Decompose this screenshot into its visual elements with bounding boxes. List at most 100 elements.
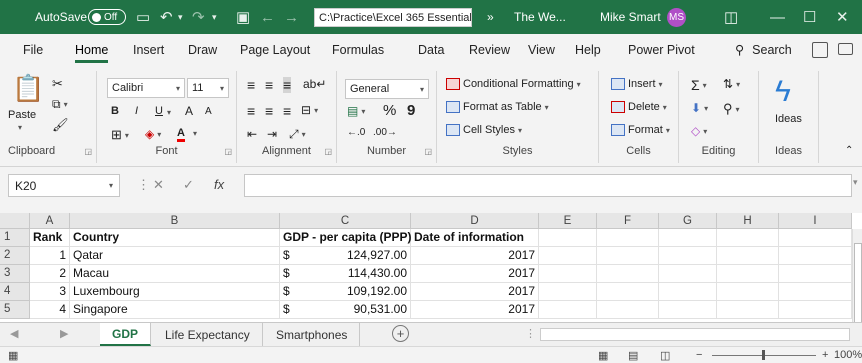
merge-center-icon[interactable]: ⊟ ▾ (301, 103, 318, 117)
comments-icon[interactable] (838, 43, 853, 55)
maximize-icon[interactable]: ☐ (803, 0, 816, 34)
undo-dropdown-icon[interactable]: ▾ (178, 0, 183, 34)
empty-cell[interactable] (717, 283, 779, 301)
column-header[interactable]: I (779, 213, 852, 229)
empty-cell[interactable] (539, 283, 597, 301)
empty-cell[interactable] (597, 247, 659, 265)
tab-data[interactable]: Data (418, 43, 444, 57)
country-cell[interactable]: Macau (70, 265, 280, 283)
tab-view[interactable]: View (528, 43, 555, 57)
empty-cell[interactable] (597, 265, 659, 283)
date-cell[interactable]: 2017 (411, 301, 539, 319)
column-header[interactable]: E (539, 213, 597, 229)
font-size-select[interactable]: 11 ▾ (187, 78, 229, 98)
number-format-select[interactable]: General ▾ (345, 79, 429, 99)
formula-bar-splitter-icon[interactable]: ⋮ (137, 177, 150, 193)
formula-input[interactable] (244, 174, 852, 197)
ribbon-display-options-icon[interactable]: ◫ (724, 0, 738, 34)
clipboard-launcher-icon[interactable]: ◲ (84, 147, 92, 156)
accounting-format-icon[interactable]: ▤ ▾ (347, 104, 365, 118)
orientation-icon[interactable]: ⤢ ▾ (289, 127, 306, 142)
gdp-cell[interactable]: $124,927.00 (280, 247, 411, 265)
ideas-icon[interactable]: ϟ (775, 77, 791, 107)
increase-decimal-icon[interactable]: ←.0 (347, 127, 365, 138)
conditional-formatting-button[interactable]: Conditional Formatting ▾ (446, 78, 581, 90)
normal-view-icon[interactable]: ▦ (598, 349, 608, 362)
empty-cell[interactable] (717, 247, 779, 265)
underline-dropdown-icon[interactable]: ▾ (167, 108, 171, 117)
cell-styles-button[interactable]: Cell Styles ▾ (446, 124, 522, 136)
search-box[interactable]: ⚲ Search (735, 42, 792, 58)
header-cell-country[interactable]: Country (70, 229, 280, 247)
font-name-select[interactable]: Calibri ▾ (107, 78, 185, 98)
bottom-align-icon[interactable]: ≡ (283, 77, 292, 93)
empty-cell[interactable] (597, 301, 659, 319)
avatar[interactable]: MS (667, 8, 686, 27)
column-header[interactable]: G (659, 213, 717, 229)
empty-cell[interactable] (779, 265, 852, 283)
tab-splitter-icon[interactable]: ⋮ (525, 327, 536, 340)
middle-align-icon[interactable]: ≡ (265, 77, 273, 93)
select-all-corner[interactable] (0, 213, 30, 229)
empty-cell[interactable] (597, 283, 659, 301)
format-cells-button[interactable]: Format ▾ (611, 124, 670, 136)
tab-help[interactable]: Help (575, 43, 601, 57)
user-name[interactable]: Mike Smart (600, 0, 661, 34)
align-center-icon[interactable]: ≡ (265, 103, 273, 119)
name-box[interactable]: K20 ▾ (8, 174, 120, 197)
zoom-level[interactable]: 100% (834, 349, 862, 361)
bold-button[interactable]: B (111, 105, 119, 117)
column-header[interactable]: C (280, 213, 411, 229)
delete-cells-button[interactable]: Delete ▾ (611, 101, 667, 113)
ideas-button[interactable]: Ideas (775, 113, 802, 125)
empty-cell[interactable] (659, 301, 717, 319)
gdp-cell[interactable]: $90,531.00 (280, 301, 411, 319)
column-header[interactable]: A (30, 213, 70, 229)
prev-sheet-icon[interactable]: ◀ (10, 327, 18, 340)
gdp-cell[interactable]: $114,430.00 (280, 265, 411, 283)
sheet-tab-smartphones[interactable]: Smartphones (264, 323, 361, 346)
tab-power-pivot[interactable]: Power Pivot (628, 43, 695, 57)
empty-cell[interactable] (539, 301, 597, 319)
empty-cell[interactable] (779, 229, 852, 247)
empty-cell[interactable] (539, 247, 597, 265)
percent-button[interactable]: % (383, 102, 396, 119)
cancel-entry-icon[interactable]: ✕ (153, 177, 164, 193)
column-header[interactable]: B (70, 213, 280, 229)
tab-draw[interactable]: Draw (188, 43, 217, 57)
sheet-tab-gdp[interactable]: GDP (100, 323, 152, 346)
column-header[interactable]: F (597, 213, 659, 229)
grow-font-button[interactable]: A (185, 104, 193, 118)
more-commands-icon[interactable]: » (487, 0, 494, 34)
wrap-text-icon[interactable]: ab↵ (303, 77, 326, 91)
page-layout-view-icon[interactable]: ▤ (628, 349, 638, 362)
autosave-toggle[interactable]: Off (88, 9, 126, 25)
sheet-tab-life-expectancy[interactable]: Life Expectancy (153, 323, 263, 346)
align-left-icon[interactable]: ≡ (247, 103, 255, 119)
date-cell[interactable]: 2017 (411, 247, 539, 265)
save-icon[interactable]: ▭ (136, 0, 150, 34)
macro-recording-icon[interactable]: ▦ (8, 349, 18, 362)
empty-cell[interactable] (659, 265, 717, 283)
empty-cell[interactable] (717, 265, 779, 283)
tab-insert[interactable]: Insert (133, 43, 164, 57)
header-cell-gdp[interactable]: GDP - per capita (PPP) (280, 229, 411, 247)
empty-cell[interactable] (659, 283, 717, 301)
font-launcher-icon[interactable]: ◲ (224, 147, 232, 156)
zoom-slider-thumb[interactable] (762, 350, 765, 360)
font-color-dropdown-icon[interactable]: ▾ (193, 129, 197, 138)
empty-cell[interactable] (779, 301, 852, 319)
minimize-icon[interactable]: — (770, 0, 785, 34)
tab-home[interactable]: Home (75, 43, 109, 63)
country-cell[interactable]: Singapore (70, 301, 280, 319)
tab-file[interactable]: File (23, 43, 43, 57)
insert-cells-button[interactable]: Insert ▾ (611, 78, 663, 90)
column-header[interactable]: D (411, 213, 539, 229)
date-cell[interactable]: 2017 (411, 265, 539, 283)
font-color-button[interactable]: A (177, 127, 185, 142)
enter-icon[interactable]: ✓ (183, 177, 194, 193)
empty-cell[interactable] (539, 229, 597, 247)
file-path-dropdown[interactable]: C:\Practice\Excel 365 Essential S▾ (314, 8, 472, 27)
empty-cell[interactable] (539, 265, 597, 283)
row-header[interactable]: 5 (0, 301, 30, 319)
